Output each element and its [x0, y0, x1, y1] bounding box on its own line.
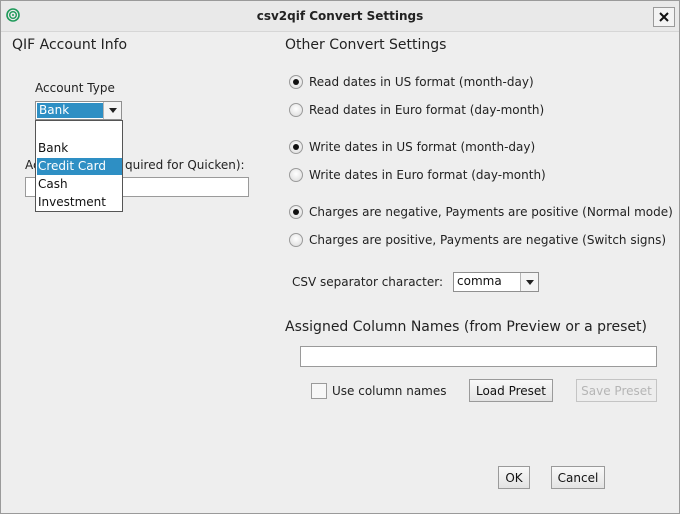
account-type-value: Bank: [37, 103, 103, 118]
cancel-button[interactable]: Cancel: [551, 466, 605, 489]
settings-dialog: csv2qif Convert Settings QIF Account Inf…: [0, 0, 680, 514]
read-us-label: Read dates in US format (month-day): [309, 75, 534, 89]
csv-separator-value: comma: [457, 274, 502, 288]
account-name-label-end: quired for Quicken):: [125, 158, 245, 172]
other-section-title: Other Convert Settings: [285, 37, 447, 53]
chevron-down-icon: [108, 108, 117, 113]
account-type-label: Account Type: [35, 81, 115, 95]
load-preset-button[interactable]: Load Preset: [469, 379, 553, 402]
csv-separator-select[interactable]: comma: [453, 272, 539, 292]
ok-button[interactable]: OK: [498, 466, 530, 489]
column-names-input[interactable]: [300, 346, 657, 367]
charges-positive-label: Charges are positive, Payments are negat…: [309, 233, 667, 247]
qif-section-title: QIF Account Info: [12, 37, 128, 53]
dropdown-option-credit-card[interactable]: Credit Card: [37, 158, 122, 175]
csv-separator-arrow[interactable]: [520, 273, 538, 291]
charges-positive-radio[interactable]: [289, 233, 303, 247]
write-us-label: Write dates in US format (month-day): [309, 140, 536, 154]
chevron-down-icon: [525, 279, 534, 285]
dropdown-option-investment[interactable]: Investment: [37, 194, 122, 211]
read-euro-radio[interactable]: [289, 103, 303, 117]
account-type-dropdown: Bank Credit Card Cash Investment: [35, 120, 123, 212]
title-bar[interactable]: csv2qif Convert Settings: [1, 1, 679, 32]
write-us-radio[interactable]: [289, 140, 303, 154]
use-column-names-checkbox[interactable]: [311, 383, 327, 399]
charges-negative-label: Charges are negative, Payments are posit…: [309, 205, 673, 219]
write-euro-radio[interactable]: [289, 168, 303, 182]
read-euro-label: Read dates in Euro format (day-month): [309, 103, 545, 117]
write-euro-label: Write dates in Euro format (day-month): [309, 168, 546, 182]
csv-separator-label: CSV separator character:: [292, 275, 444, 289]
close-button[interactable]: [653, 7, 675, 27]
use-column-names-label: Use column names: [332, 384, 447, 398]
account-type-select[interactable]: Bank: [35, 101, 122, 120]
close-icon: [659, 12, 669, 22]
dropdown-option-cash[interactable]: Cash: [37, 176, 122, 193]
account-type-arrow[interactable]: [103, 102, 121, 119]
columns-section-title: Assigned Column Names (from Preview or a…: [285, 319, 647, 335]
read-us-radio[interactable]: [289, 75, 303, 89]
save-preset-button[interactable]: Save Preset: [576, 379, 657, 402]
window-title: csv2qif Convert Settings: [256, 9, 424, 23]
charges-negative-radio[interactable]: [289, 205, 303, 219]
dropdown-option-bank[interactable]: Bank: [37, 140, 122, 157]
